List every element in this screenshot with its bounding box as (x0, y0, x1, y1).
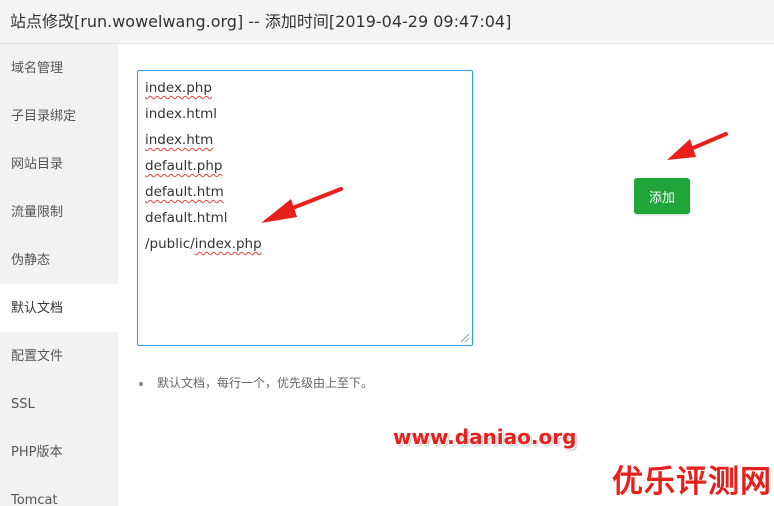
editor-line-text: default.htm (145, 184, 224, 200)
editor-line: /public/index.php (145, 234, 262, 254)
hint-text: 默认文档，每行一个，优先级由上至下。 (137, 374, 373, 391)
resize-grip-icon[interactable] (460, 333, 470, 343)
arrow-icon (261, 187, 343, 223)
sidebar-item-domain-management[interactable]: 域名管理 (0, 44, 118, 92)
editor-line-prefix: /public/ (145, 236, 195, 252)
editor-line: default.htm (145, 182, 224, 202)
hint-label: 默认文档，每行一个，优先级由上至下。 (157, 376, 374, 390)
editor-line-text: default.html (145, 210, 228, 226)
bullet-icon (139, 381, 143, 386)
sidebar: 域名管理 子目录绑定 网站目录 流量限制 伪静态 默认文档 配置文件 SSL P… (0, 44, 118, 506)
sidebar-item-default-document[interactable]: 默认文档 (0, 284, 118, 332)
editor-line: index.php (145, 78, 212, 98)
editor-line-text: index.php (145, 80, 212, 96)
sidebar-item-ssl[interactable]: SSL (0, 380, 118, 428)
sidebar-item-site-directory[interactable]: 网站目录 (0, 140, 118, 188)
editor-line-text: index.html (145, 106, 217, 122)
editor-line: default.php (145, 156, 223, 176)
sidebar-item-traffic-limit[interactable]: 流量限制 (0, 188, 118, 236)
sidebar-item-rewrite[interactable]: 伪静态 (0, 236, 118, 284)
arrow-icon (667, 132, 728, 160)
sidebar-item-subdirectory-binding[interactable]: 子目录绑定 (0, 92, 118, 140)
editor-line-text: index.htm (145, 132, 214, 148)
editor-line: index.htm (145, 130, 213, 150)
editor-line-suffix: index.php (194, 236, 262, 252)
watermark-url: www.daniao.org (393, 425, 577, 449)
window-title: 站点修改[run.wowelwang.org] -- 添加时间[2019-04-… (0, 0, 774, 44)
editor-line: index.html (145, 104, 217, 124)
add-button[interactable]: 添加 (634, 178, 690, 214)
sidebar-item-tomcat[interactable]: Tomcat (0, 476, 118, 506)
sidebar-item-php-version[interactable]: PHP版本 (0, 428, 118, 476)
editor-line: default.html (145, 208, 228, 228)
editor-line-text: default.php (145, 158, 223, 174)
brand-logo-text: 优乐评测网 (612, 464, 772, 500)
sidebar-item-config-file[interactable]: 配置文件 (0, 332, 118, 380)
